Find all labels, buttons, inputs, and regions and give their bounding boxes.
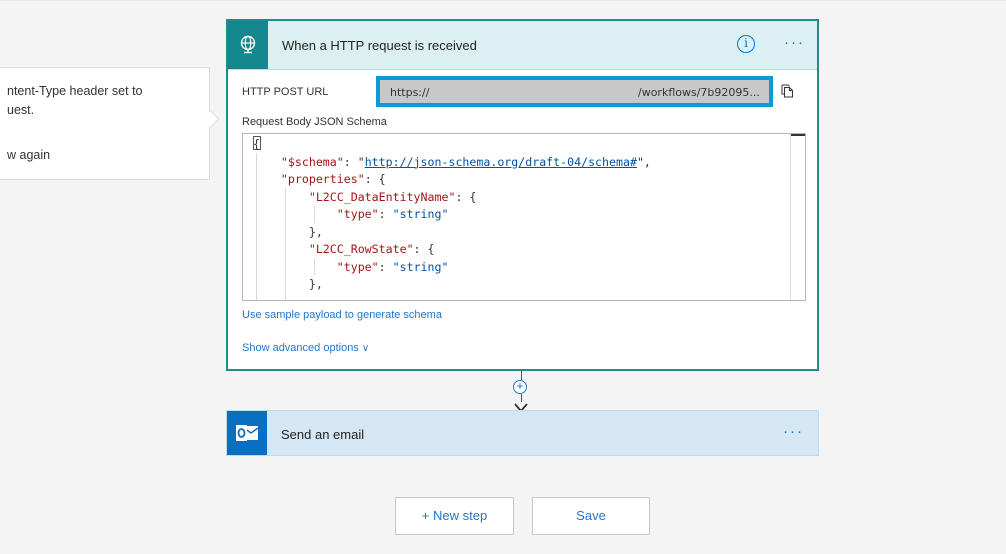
http-post-url-field[interactable]: https:// /workflows/7b92095... <box>376 76 773 107</box>
code-line-2: "$schema": "http://json-schema.org/draft… <box>280 154 651 169</box>
schema-code[interactable]: { "$schema": "http://json-schema.org/dra… <box>253 136 651 294</box>
insert-step-plus-icon[interactable]: + <box>513 380 527 394</box>
code-line-6: }, <box>253 224 323 239</box>
new-step-button[interactable]: + New step <box>395 497 514 535</box>
globe-icon <box>228 21 268 69</box>
action-more-options-icon[interactable]: ··· <box>783 423 804 440</box>
chevron-down-icon: ∨ <box>361 343 370 354</box>
save-button[interactable]: Save <box>532 497 650 535</box>
send-email-action-card[interactable]: Send an email ··· <box>226 410 819 456</box>
outlook-icon <box>227 411 267 455</box>
json-schema-editor[interactable]: { "$schema": "http://json-schema.org/dra… <box>242 133 806 301</box>
show-advanced-options-link[interactable]: Show advanced options ∨ <box>242 342 369 354</box>
trigger-title: When a HTTP request is received <box>282 38 477 53</box>
http-trigger-card[interactable]: When a HTTP request is received i ··· HT… <box>226 19 819 371</box>
copy-icon[interactable] <box>781 84 794 103</box>
code-line-1: { <box>253 136 261 151</box>
code-line-8: "type": "string" <box>336 259 449 274</box>
schema-label: Request Body JSON Schema <box>242 116 387 128</box>
trigger-more-options-icon[interactable]: ··· <box>784 34 805 51</box>
info-icon[interactable]: i <box>737 35 755 53</box>
url-suffix: /workflows/7b92095... <box>638 86 760 99</box>
code-line-5: "type": "string" <box>336 207 449 221</box>
code-line-9: }, <box>253 277 323 291</box>
code-line-4: "L2CC_DataEntityName": { <box>308 189 477 204</box>
top-divider <box>0 0 1006 1</box>
editor-scrollbar[interactable] <box>790 134 805 300</box>
tooltip-line-3: w again <box>7 148 51 162</box>
action-title: Send an email <box>281 427 365 442</box>
url-prefix: https:// <box>390 86 430 99</box>
show-advanced-options-label: Show advanced options <box>242 342 359 354</box>
code-line-7: "L2CC_RowState": { <box>308 242 435 256</box>
http-post-url-label: HTTP POST URL <box>242 86 329 98</box>
trigger-card-header[interactable]: When a HTTP request is received i ··· <box>228 21 817 70</box>
use-sample-payload-link[interactable]: Use sample payload to generate schema <box>242 309 442 321</box>
tooltip-line-1: ntent-Type header set to <box>7 84 143 98</box>
code-line-3: "properties": { <box>280 172 386 186</box>
error-tooltip: ntent-Type header set to uest. w again <box>0 67 210 180</box>
tooltip-line-2: uest. <box>7 103 35 117</box>
